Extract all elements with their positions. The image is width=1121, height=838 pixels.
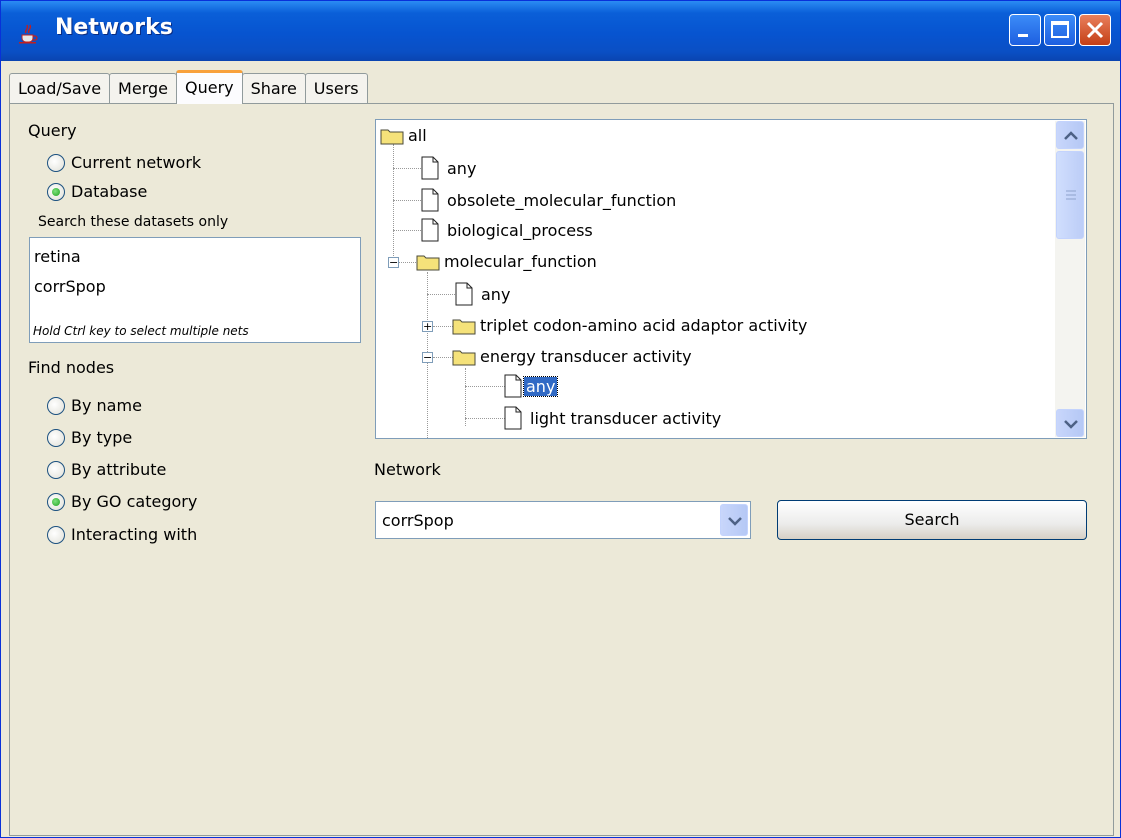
tab-load-save[interactable]: Load/Save — [9, 73, 111, 104]
radio-database[interactable]: Database — [47, 182, 147, 201]
close-button[interactable] — [1079, 14, 1111, 46]
folder-icon — [452, 319, 476, 334]
radio-current-network[interactable]: Current network — [47, 153, 201, 172]
find-nodes-label: Find nodes — [28, 358, 115, 377]
radio-by-attribute-indicator — [47, 460, 65, 479]
radio-by-attribute[interactable]: By attribute — [47, 460, 166, 479]
network-select[interactable]: corrSpop — [375, 501, 751, 539]
tree-node-leaf[interactable]: light transducer activity — [504, 406, 721, 430]
radio-by-go-category-label: By GO category — [71, 492, 198, 511]
tab-strip: Load/Save Merge Query Share Users — [9, 70, 368, 104]
radio-by-type[interactable]: By type — [47, 428, 132, 447]
tree-guide — [465, 386, 505, 387]
radio-by-type-indicator — [47, 428, 65, 447]
tree-node-folder[interactable]: energy transducer activity — [452, 347, 692, 366]
radio-by-name[interactable]: By name — [47, 396, 142, 415]
tree-guide — [393, 230, 421, 231]
document-icon — [504, 406, 522, 430]
maximize-icon — [1051, 21, 1069, 38]
document-icon — [455, 282, 473, 306]
query-section-label: Query — [28, 121, 77, 140]
tree-node-label: light transducer activity — [530, 408, 722, 428]
tree-guide — [393, 168, 421, 169]
tab-share[interactable]: Share — [241, 73, 306, 104]
network-label: Network — [374, 460, 441, 479]
maximize-button[interactable] — [1044, 14, 1076, 46]
networks-window: Networks Load/Save Merge Query Share Use… — [0, 0, 1121, 838]
tree-node-label: all — [408, 126, 427, 145]
tree-node-label: molecular_function — [444, 252, 597, 271]
chevron-down-icon — [1064, 420, 1078, 429]
tree-node-leaf[interactable]: biological_process — [421, 218, 593, 242]
tree-node-label: biological_process — [447, 220, 593, 240]
tree-node-folder[interactable]: all — [380, 126, 427, 145]
tree-guide — [465, 418, 505, 419]
network-dropdown-button[interactable] — [720, 504, 748, 536]
window-title: Networks — [55, 15, 173, 40]
tree-node-folder[interactable]: triplet codon-amino acid adaptor activit… — [452, 316, 807, 335]
minimize-button[interactable] — [1009, 14, 1041, 46]
collapse-toggle[interactable]: − — [388, 257, 399, 268]
radio-current-network-indicator — [47, 153, 65, 172]
radio-by-name-label: By name — [71, 396, 142, 415]
folder-open-icon — [452, 350, 476, 365]
network-select-value: corrSpop — [382, 511, 454, 530]
radio-by-go-category-indicator — [47, 492, 65, 511]
tree-node-leaf[interactable]: obsolete_molecular_function — [421, 188, 676, 212]
tree-node-leaf[interactable]: any — [421, 156, 476, 180]
folder-icon — [380, 129, 404, 144]
tab-query[interactable]: Query — [176, 70, 243, 104]
radio-by-attribute-label: By attribute — [71, 460, 167, 479]
tab-merge[interactable]: Merge — [109, 73, 177, 104]
search-button[interactable]: Search — [777, 500, 1087, 540]
tree-node-label: triplet codon-amino acid adaptor activit… — [480, 316, 808, 335]
go-category-tree[interactable]: − + − all any obsolete_molecular_functio… — [375, 119, 1087, 439]
chevron-down-icon — [728, 517, 742, 526]
document-icon — [421, 218, 439, 242]
tree-node-label: any — [447, 158, 477, 178]
java-cup-icon — [19, 24, 38, 44]
scroll-thumb[interactable] — [1056, 151, 1084, 239]
multi-select-hint: Hold Ctrl key to select multiple nets — [33, 324, 249, 338]
minimize-icon — [1018, 34, 1028, 37]
tree-node-leaf-selected[interactable]: any — [504, 374, 559, 398]
document-icon — [421, 188, 439, 212]
collapse-toggle[interactable]: − — [422, 352, 433, 363]
grip-icon — [1066, 190, 1076, 200]
radio-by-go-category[interactable]: By GO category — [47, 492, 197, 511]
radio-by-type-label: By type — [71, 428, 133, 447]
chevron-up-icon — [1064, 131, 1078, 140]
folder-open-icon — [416, 255, 440, 270]
dataset-item[interactable]: retina — [34, 242, 356, 272]
tab-users[interactable]: Users — [304, 73, 368, 104]
tree-guide — [393, 200, 421, 201]
datasets-label: Search these datasets only — [38, 214, 229, 230]
tree-vertical-scrollbar[interactable] — [1055, 121, 1085, 437]
tree-node-label: energy transducer activity — [480, 347, 692, 366]
tree-node-label: any — [481, 284, 511, 304]
title-bar[interactable]: Networks — [1, 1, 1120, 61]
tree-node-leaf[interactable]: any — [455, 282, 510, 306]
radio-interacting-with[interactable]: Interacting with — [47, 525, 197, 544]
radio-database-label: Database — [71, 182, 148, 201]
scroll-up-button[interactable] — [1056, 121, 1084, 149]
dataset-item[interactable]: corrSpop — [34, 272, 356, 302]
tree-node-folder[interactable]: molecular_function — [416, 252, 597, 271]
tree-node-label: any — [522, 375, 559, 397]
tree-guide — [393, 144, 394, 264]
radio-interacting-with-indicator — [47, 525, 65, 544]
tree-node-label: obsolete_molecular_function — [447, 190, 677, 210]
tree-guide — [427, 294, 455, 295]
radio-interacting-with-label: Interacting with — [71, 525, 198, 544]
radio-database-indicator — [47, 182, 65, 201]
close-icon — [1086, 21, 1104, 39]
radio-by-name-indicator — [47, 396, 65, 415]
document-icon — [504, 374, 522, 398]
radio-current-network-label: Current network — [71, 153, 202, 172]
expand-toggle[interactable]: + — [422, 321, 433, 332]
document-icon — [421, 156, 439, 180]
scroll-down-button[interactable] — [1056, 409, 1084, 437]
